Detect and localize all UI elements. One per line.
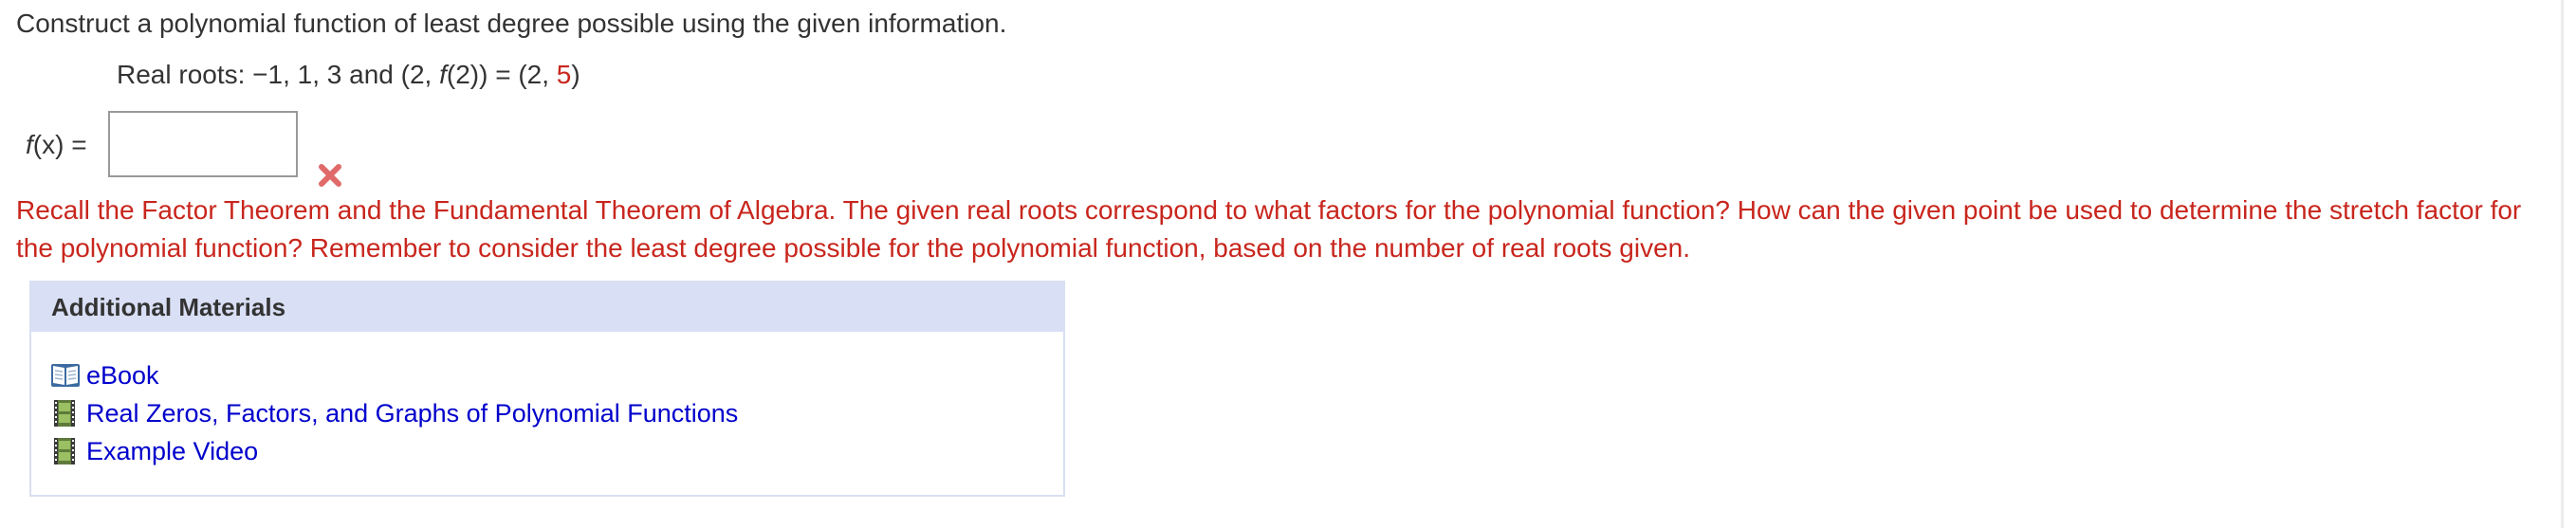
answer-label: f(x) =: [26, 129, 87, 161]
material-link-real-zeros-video[interactable]: Real Zeros, Factors, and Graphs of Polyn…: [86, 399, 738, 428]
answer-label-rest: (x) =: [32, 130, 87, 159]
material-item-ebook: eBook: [50, 356, 738, 394]
answer-label-func: f: [26, 130, 33, 159]
additional-materials-title: Additional Materials: [31, 282, 1063, 332]
material-link-example-video[interactable]: Example Video: [86, 437, 258, 466]
material-item-video-2: Example Video: [50, 432, 738, 470]
given-middle: (2)) = (2,: [446, 60, 557, 89]
hint-text: Recall the Factor Theorem and the Fundam…: [16, 195, 2522, 263]
material-item-video-1: Real Zeros, Factors, and Graphs of Polyn…: [50, 394, 738, 432]
film-icon: [54, 400, 75, 427]
incorrect-x-icon: [319, 164, 341, 187]
materials-list: eBook Real Zeros, Factors, and Graphs of…: [50, 356, 738, 470]
film-icon: [54, 438, 75, 464]
book-icon: [51, 364, 80, 387]
additional-materials-panel: Additional Materials eBook Real Zeros, F…: [29, 281, 1065, 497]
given-func-name: f: [439, 60, 447, 89]
question-instruction: Construct a polynomial function of least…: [16, 9, 1007, 38]
given-information: Real roots: −1, 1, 3 and (2, f(2)) = (2,…: [117, 59, 580, 91]
given-prefix: Real roots: −1, 1, 3 and (2,: [117, 60, 440, 89]
given-suffix: ): [571, 60, 580, 89]
page-right-border: [2561, 0, 2564, 528]
material-link-ebook[interactable]: eBook: [86, 361, 159, 391]
answer-input[interactable]: [108, 111, 298, 177]
given-value: 5: [556, 60, 572, 89]
